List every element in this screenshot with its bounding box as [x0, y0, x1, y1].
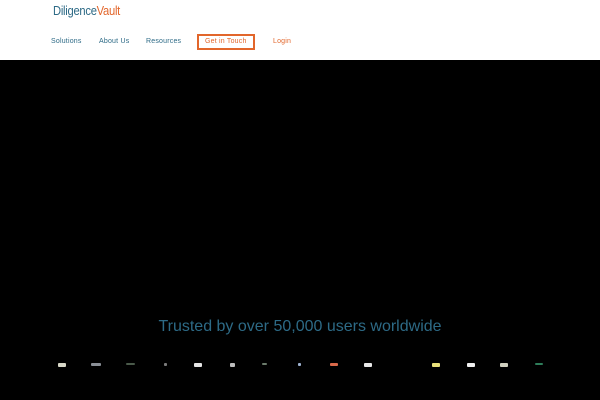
- client-logo-6: [230, 363, 235, 367]
- get-in-touch-button[interactable]: Get in Touch: [197, 34, 255, 50]
- main-nav: Solutions About Us Resources Get in Touc…: [0, 34, 600, 50]
- nav-login[interactable]: Login: [273, 34, 291, 50]
- client-logo-10: [364, 363, 372, 367]
- client-logos-strip: [0, 363, 600, 373]
- client-logo-12: [467, 363, 475, 367]
- client-logo-14: [535, 363, 543, 365]
- nav-about-us[interactable]: About Us: [99, 34, 129, 50]
- logo-text-diligence: Diligence: [53, 3, 97, 18]
- client-logo-13: [500, 363, 508, 367]
- client-logo-7: [262, 363, 267, 365]
- client-logo-5: [194, 363, 202, 367]
- client-logo-1: [58, 363, 66, 367]
- hero-section: [0, 60, 600, 400]
- site-header: DiligenceVault Solutions About Us Resour…: [0, 0, 600, 60]
- diligencevault-logo[interactable]: DiligenceVault: [53, 3, 120, 19]
- client-logo-8: [298, 363, 301, 366]
- client-logo-2: [91, 363, 101, 366]
- client-logo-11: [432, 363, 440, 367]
- client-logo-9: [330, 363, 338, 366]
- nav-solutions[interactable]: Solutions: [51, 34, 82, 50]
- nav-resources[interactable]: Resources: [146, 34, 181, 50]
- client-logo-3: [126, 363, 135, 365]
- trusted-by-heading: Trusted by over 50,000 users worldwide: [158, 318, 442, 335]
- client-logo-4: [164, 363, 167, 366]
- logo-text-vault: Vault: [96, 3, 121, 18]
